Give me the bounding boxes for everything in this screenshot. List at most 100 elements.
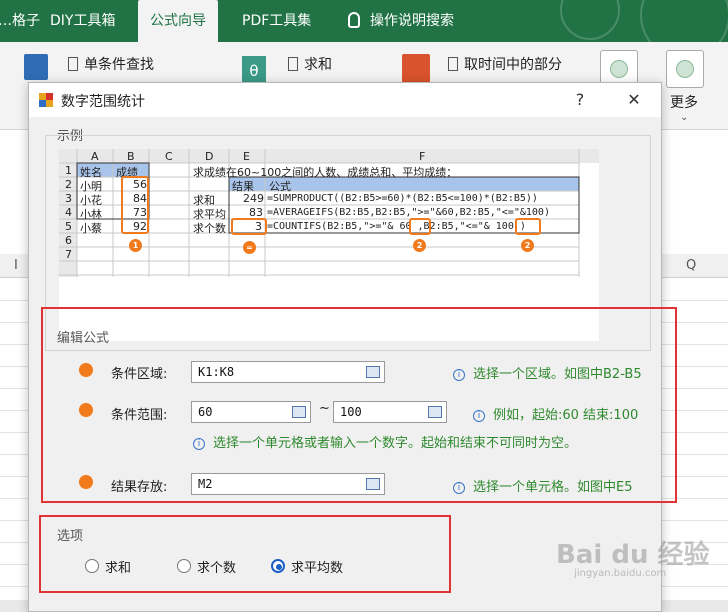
example-row-header: 1 — [65, 164, 72, 177]
result-store-input[interactable]: M2 — [191, 473, 385, 495]
decor-circle — [560, 0, 620, 40]
edit-formula-section-label: 编辑公式 — [57, 331, 110, 346]
bookmark-icon — [68, 57, 78, 71]
condition-area-hint-text: 选择一个区域。如图中B2-B5 — [473, 367, 642, 382]
single-lookup-button[interactable]: 单条件查找 — [68, 54, 154, 74]
range-separator: ~ — [319, 401, 330, 416]
condition-range-hint: i 例如，起始:60 结束:100 — [473, 404, 653, 423]
example-col-header: F — [419, 150, 426, 163]
example-formula: =SUMPRODUCT((B2:B5>=60)*(B2:B5<=100)*(B2… — [267, 193, 538, 204]
dialog-titlebar[interactable]: 数字范围统计 ? ✕ — [29, 83, 661, 117]
example-cell: 公式 — [269, 180, 291, 193]
badge-equals: = — [243, 241, 256, 254]
example-col-header: D — [205, 150, 214, 163]
calendar-icon[interactable] — [402, 54, 430, 84]
info-icon: i — [453, 482, 465, 494]
help-button[interactable]: ? — [567, 87, 593, 113]
badge-2: 2 — [521, 239, 534, 252]
example-row-header: 4 — [65, 206, 72, 219]
options-highlight — [39, 515, 451, 593]
option-average-radio[interactable] — [271, 559, 285, 573]
circle-button-2[interactable] — [666, 50, 704, 88]
condition-range-hint2-text: 选择一个单元格或者输入一个数字。起始和结束不可同时为空。 — [213, 436, 578, 451]
option-count-label[interactable]: 求个数 — [197, 557, 236, 576]
example-row-header: 2 — [65, 178, 72, 191]
range-from-input[interactable]: 60 — [191, 401, 311, 423]
more-button[interactable]: 更多 — [670, 92, 698, 112]
highlight-result — [231, 218, 267, 235]
range-to-value: 100 — [340, 405, 362, 419]
column-header-q[interactable]: Q — [686, 258, 696, 273]
result-store-value: M2 — [198, 477, 213, 491]
bookmark-icon — [448, 57, 458, 71]
single-lookup-label: 单条件查找 — [84, 57, 154, 73]
bookmark-icon — [288, 57, 298, 71]
option-sum-radio[interactable] — [85, 559, 99, 573]
highlight-start — [409, 218, 431, 235]
options-section-label: 选项 — [57, 529, 84, 544]
example-row-header: 6 — [65, 234, 72, 247]
condition-area-input[interactable]: K1:K8 — [191, 361, 385, 383]
range-from-value: 60 — [198, 405, 213, 419]
result-store-hint-text: 选择一个单元格。如图中E5 — [473, 480, 633, 495]
baidu-watermark-url: jingyan.baidu.com — [574, 568, 667, 579]
condition-area-label: 条件区域: — [111, 367, 168, 382]
info-icon: i — [193, 438, 205, 450]
range-to-input[interactable]: 100 — [333, 401, 447, 423]
example-cell: 小蔡 — [80, 222, 102, 235]
condition-range-hint-text: 例如，起始:60 结束:100 — [493, 408, 639, 423]
time-part-button[interactable]: 取时间中的部分 — [448, 54, 562, 74]
info-icon: i — [473, 410, 485, 422]
badge-2: 2 — [413, 239, 426, 252]
cell-picker-icon[interactable] — [366, 478, 380, 490]
range-picker-icon[interactable] — [366, 366, 380, 378]
example-cell: 249 — [243, 192, 264, 205]
baidu-watermark: Bai du 经验 — [556, 540, 710, 570]
sum-button[interactable]: 求和 — [288, 54, 332, 74]
tab-formula-wizard[interactable]: 公式向导 — [138, 0, 218, 42]
highlight-scores — [121, 176, 149, 234]
step-2-icon — [79, 403, 93, 417]
time-part-label: 取时间中的部分 — [464, 57, 562, 73]
condition-range-hint-2: i 选择一个单元格或者输入一个数字。起始和结束不可同时为空。 — [193, 432, 653, 451]
app-icon — [39, 93, 53, 107]
sum-label: 求和 — [304, 57, 332, 73]
info-icon: i — [453, 369, 465, 381]
step-equals-icon — [79, 475, 93, 489]
result-store-label: 结果存放: — [111, 480, 168, 495]
number-range-dialog: 数字范围统计 ? ✕ 示例 A B C D E F 1 2 3 4 5 6 7 … — [28, 82, 677, 612]
condition-range-label: 条件范围: — [111, 408, 168, 423]
cell-picker-icon[interactable] — [292, 406, 306, 418]
condition-area-value: K1:K8 — [198, 365, 235, 379]
search-tab-label: 操作说明搜索 — [370, 13, 454, 29]
example-col-header: C — [165, 150, 173, 163]
lightbulb-icon — [348, 12, 360, 28]
find-icon[interactable] — [24, 54, 48, 80]
badge-1: 1 — [129, 239, 142, 252]
example-col-header: A — [91, 150, 99, 163]
example-cell: 求个数 — [193, 222, 226, 235]
close-button[interactable]: ✕ — [621, 87, 647, 113]
tab-pdf-tools[interactable]: PDF工具集 — [230, 0, 323, 42]
result-store-hint: i 选择一个单元格。如图中E5 — [453, 476, 651, 495]
column-header-i[interactable]: I — [14, 258, 18, 273]
cell-picker-icon[interactable] — [428, 406, 442, 418]
example-row-header: 7 — [65, 248, 72, 261]
example-col-header: B — [127, 150, 135, 163]
condition-area-hint: i 选择一个区域。如图中B2-B5 — [453, 363, 651, 382]
option-count-radio[interactable] — [177, 559, 191, 573]
example-col-header: E — [243, 150, 250, 163]
ribbon-tab-bar: …格子 DIY工具箱 公式向导 PDF工具集 操作说明搜索 — [0, 0, 728, 60]
option-sum-label[interactable]: 求和 — [105, 557, 131, 576]
tab-diy-toolbox[interactable]: DIY工具箱 — [38, 0, 127, 42]
step-1-icon — [79, 363, 93, 377]
example-formula: =COUNTIFS(B2:B5,">="& 60 ,B2:B5,"<="& 10… — [267, 221, 526, 232]
tab-search[interactable]: 操作说明搜索 — [336, 0, 466, 42]
example-formula: =AVERAGEIFS(B2:B5,B2:B5,">="&60,B2:B5,"<… — [267, 207, 550, 218]
example-row-header: 3 — [65, 192, 72, 205]
highlight-end — [515, 218, 541, 235]
dialog-title: 数字范围统计 — [61, 94, 145, 110]
option-average-label[interactable]: 求平均数 — [291, 557, 343, 576]
example-row-header: 5 — [65, 220, 72, 233]
chevron-down-icon[interactable]: ⌄ — [680, 112, 688, 123]
